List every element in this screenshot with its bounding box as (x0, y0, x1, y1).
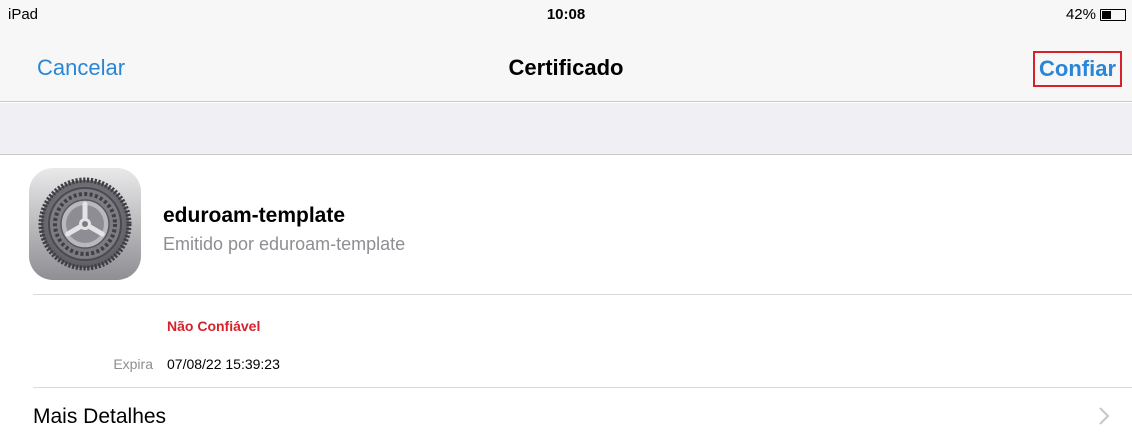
certificate-name: eduroam-template (163, 204, 346, 227)
expires-label: Expira (113, 356, 153, 372)
more-details-row[interactable]: Mais Detalhes (0, 388, 1132, 448)
battery-percentage: 42% (1065, 6, 1096, 23)
more-details-label: Mais Detalhes (33, 405, 167, 428)
divider (33, 294, 1132, 295)
section-spacer (0, 103, 1132, 155)
battery-icon (1100, 8, 1126, 21)
certificate-issuer: Emitido por eduroam-template (163, 234, 406, 254)
battery-status: 42% (1066, 6, 1126, 23)
trust-button[interactable]: Confiar (1033, 51, 1122, 87)
chevron-right-icon (1099, 407, 1110, 425)
battery-level (1102, 10, 1111, 19)
cancel-button[interactable]: Cancelar (37, 55, 125, 81)
clock: 10:08 (546, 6, 586, 23)
page-title: Certificado (508, 55, 624, 80)
status-bar: iPad 10:08 42% (0, 0, 1132, 28)
settings-gear-icon (29, 168, 141, 280)
navigation-bar: Cancelar Certificado Confiar (0, 28, 1132, 102)
expires-value: 07/08/22 15:39:23 (167, 356, 280, 372)
trust-status: Não Confiável (167, 318, 261, 334)
certificate-details: eduroam-template Emitido por eduroam-tem… (0, 156, 1132, 448)
